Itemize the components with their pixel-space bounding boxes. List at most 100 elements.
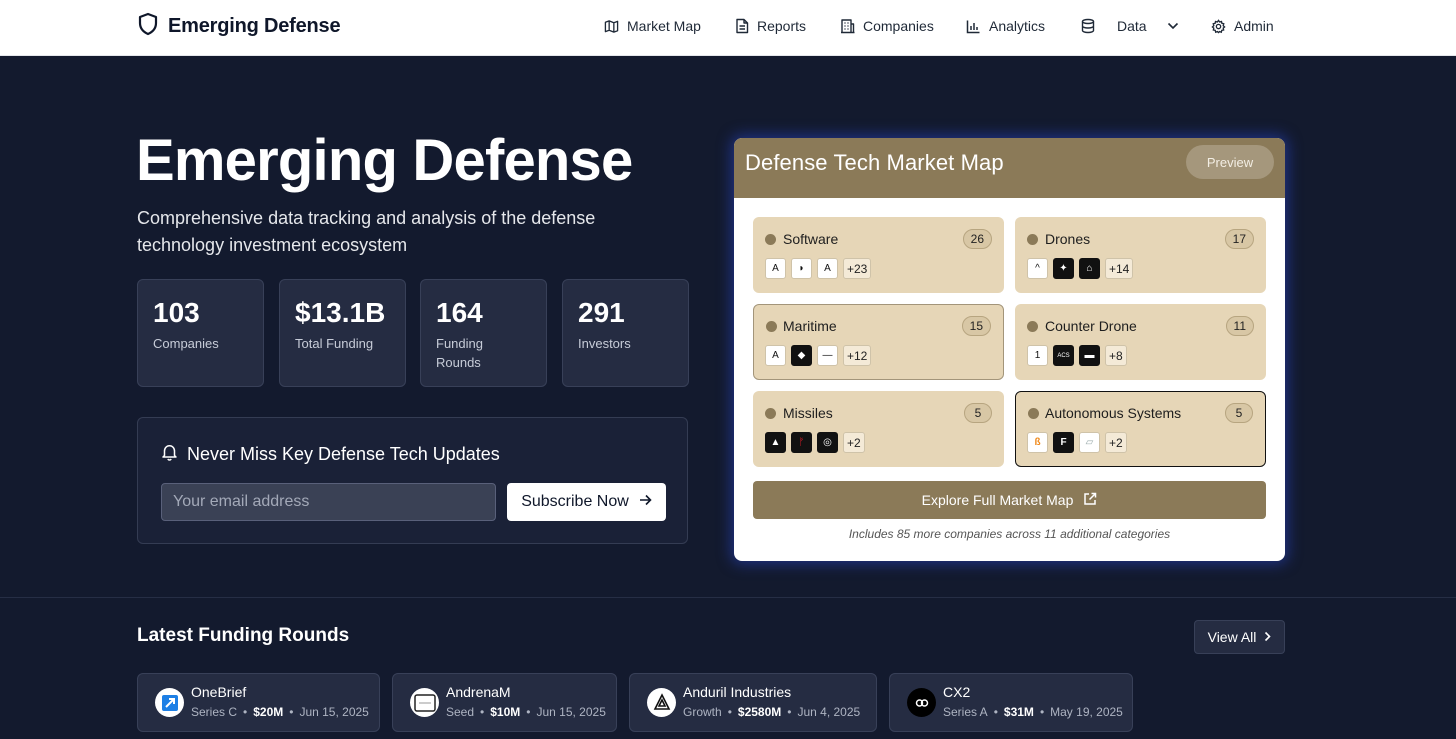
stat-label: Investors <box>578 336 631 351</box>
hero-subtitle: Comprehensive data tracking and analysis… <box>137 208 596 255</box>
company-logo[interactable]: F <box>1053 432 1074 453</box>
company-logo[interactable]: ▲ <box>765 432 786 453</box>
round-amount: $20M <box>253 705 284 719</box>
map-icon <box>604 19 619 34</box>
company-logo[interactable]: ◆ <box>791 345 812 366</box>
company-name: OneBrief <box>191 684 247 700</box>
category-logos: ▲ ᚠ ◎ +2 <box>765 432 865 453</box>
category-counter-drone[interactable]: Counter Drone 11 1 ACS ▬ +8 <box>1015 304 1266 380</box>
round-stage: Seed <box>446 705 475 719</box>
category-software[interactable]: Software 26 A ◗ A +23 <box>753 217 1004 293</box>
nav-companies[interactable]: Companies <box>840 16 934 36</box>
company-logo[interactable]: ▱ <box>1079 432 1100 453</box>
stat-card-total-funding: $13.1B Total Funding <box>279 279 406 387</box>
nav-market-map[interactable]: Market Map <box>604 16 701 36</box>
email-field[interactable] <box>161 483 496 521</box>
bell-icon <box>161 443 178 466</box>
category-drones[interactable]: Drones 17 ^ ✦ ⌂ +14 <box>1015 217 1266 293</box>
funding-card-onebrief[interactable]: OneBrief Series C • $20M • Jun 15, 2025 <box>137 673 380 732</box>
onebrief-logo-icon <box>155 688 184 717</box>
category-count-badge: 11 <box>1225 316 1254 336</box>
market-map-note: Includes 85 more companies across 11 add… <box>848 527 1171 541</box>
stat-value: 291 <box>578 297 625 328</box>
company-name: Anduril Industries <box>683 684 792 700</box>
round-stage: Series A <box>943 705 988 719</box>
nav-reports[interactable]: Reports <box>735 16 806 36</box>
category-dot <box>766 321 777 332</box>
stat-card-funding-rounds: 164 Funding Rounds <box>420 279 547 387</box>
subscribe-button[interactable]: Subscribe Now <box>507 483 666 521</box>
more-count: +23 <box>843 258 872 279</box>
more-count: +8 <box>1105 345 1127 366</box>
stat-label: Funding Rounds <box>436 336 483 370</box>
stat-card-companies: 103 Companies <box>137 279 264 387</box>
category-dot <box>1028 408 1039 419</box>
gear-icon <box>1211 18 1226 34</box>
category-logos: ß F ▱ +2 <box>1027 432 1127 453</box>
company-logo[interactable]: ^ <box>1027 258 1048 279</box>
company-logo[interactable]: ACS <box>1053 345 1074 366</box>
database-icon <box>1081 18 1095 34</box>
round-stage: Growth <box>683 705 722 719</box>
explore-label: Explore Full Market Map <box>921 492 1074 508</box>
andrenam-logo-icon <box>410 688 439 717</box>
category-dot <box>1027 234 1038 245</box>
preview-button[interactable]: Preview <box>1186 145 1274 179</box>
cx2-logo-icon <box>907 688 936 717</box>
funding-card-anduril[interactable]: Anduril Industries Growth • $2580M • Jun 4, … <box>629 673 877 732</box>
category-dot <box>765 408 776 419</box>
category-maritime[interactable]: Maritime 15 A ◆ — +12 <box>753 304 1004 380</box>
brand-logo-link[interactable]: Emerging Defense <box>137 12 341 39</box>
company-logo[interactable]: A <box>817 258 838 279</box>
category-count-badge: 26 <box>962 229 992 249</box>
nav-admin[interactable]: Admin <box>1211 16 1274 36</box>
section-divider <box>0 597 1456 598</box>
category-name: Maritime <box>783 318 837 334</box>
nav-label: Market Map <box>627 18 701 34</box>
category-name: Drones <box>1045 231 1091 247</box>
newsletter-title: Never Miss Key Defense Tech Updates <box>161 443 500 466</box>
round-amount: $10M <box>490 705 521 719</box>
round-amount: $2580M <box>737 705 782 719</box>
company-logo[interactable]: A <box>765 345 786 366</box>
arrow-right-icon <box>639 493 652 511</box>
nav-label: Companies <box>863 18 934 34</box>
company-logo[interactable]: ◎ <box>817 432 838 453</box>
company-logo[interactable]: ᚠ <box>791 432 812 453</box>
category-dot <box>765 234 776 245</box>
more-count: +2 <box>843 432 865 453</box>
round-date: May 19, 2025 <box>1050 705 1123 719</box>
company-logo[interactable]: A <box>765 258 786 279</box>
company-logo[interactable]: 1 <box>1027 345 1048 366</box>
company-logo[interactable]: ▬ <box>1079 345 1100 366</box>
more-count: +2 <box>1105 432 1127 453</box>
newsletter-box: Never Miss Key Defense Tech Updates Subs… <box>137 417 688 544</box>
round-amount: $31M <box>1003 705 1034 719</box>
more-count: +14 <box>1105 258 1134 279</box>
view-all-label: View All <box>1207 629 1257 645</box>
round-date: Jun 15, 2025 <box>536 705 606 719</box>
company-logo[interactable]: ◗ <box>791 258 812 279</box>
stat-value: $13.1B <box>295 297 386 328</box>
funding-card-cx2[interactable]: CX2 Series A • $31M • May 19, 2025 <box>889 673 1133 732</box>
more-count: +12 <box>843 345 872 366</box>
company-logo[interactable]: ⌂ <box>1079 258 1100 279</box>
explore-market-map-button[interactable]: Explore Full Market Map <box>753 481 1266 519</box>
company-name: AndrenaM <box>446 684 511 700</box>
funding-card-andrenam[interactable]: AndrenaM Seed • $10M • Jun 15, 2025 <box>392 673 617 732</box>
round-meta: Seed • $10M • Jun 15, 2025 <box>446 705 606 719</box>
view-all-button[interactable]: View All <box>1194 620 1285 654</box>
category-missiles[interactable]: Missiles 5 ▲ ᚠ ◎ +2 <box>753 391 1004 467</box>
stat-value: 164 <box>436 297 483 328</box>
nav-analytics[interactable]: Analytics <box>966 16 1045 36</box>
top-navbar: Emerging Defense Market Map Reports Comp… <box>0 0 1456 56</box>
category-autonomous-systems[interactable]: Autonomous Systems 5 ß F ▱ +2 <box>1015 391 1266 467</box>
category-dot <box>1027 321 1038 332</box>
market-map-title: Defense Tech Market Map <box>745 150 1004 175</box>
company-logo[interactable]: ✦ <box>1053 258 1074 279</box>
round-stage: Series C <box>191 705 238 719</box>
nav-label: Data <box>1117 18 1147 34</box>
company-logo[interactable]: — <box>817 345 838 366</box>
nav-data-dropdown[interactable]: Data <box>1081 16 1179 36</box>
company-logo[interactable]: ß <box>1027 432 1048 453</box>
